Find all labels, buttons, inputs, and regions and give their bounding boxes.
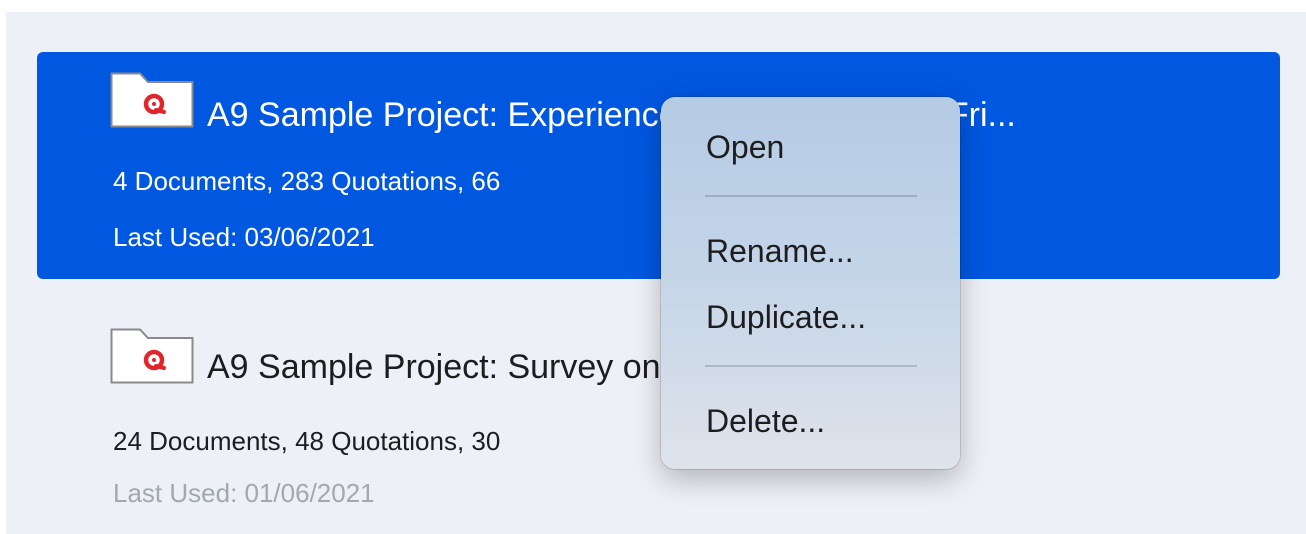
project-item[interactable]: A9 Sample Project: Survey on Happiness 2…: [37, 318, 1280, 528]
project-last-used: Last Used: 01/06/2021: [113, 478, 375, 508]
project-stats: 24 Documents, 48 Quotations, 30: [113, 426, 501, 456]
context-menu: Open Rename... Duplicate... Delete...: [661, 97, 960, 469]
project-last-used: Last Used: 03/06/2021: [113, 222, 375, 252]
menu-item-duplicate[interactable]: Duplicate...: [706, 299, 866, 336]
project-folder-icon: [110, 72, 194, 128]
project-stats: 4 Documents, 283 Quotations, 66: [113, 166, 501, 196]
project-folder-icon: [110, 328, 194, 384]
menu-separator: [705, 365, 917, 367]
menu-separator: [705, 195, 917, 197]
project-item-selected[interactable]: A9 Sample Project: Experiences and Meani…: [37, 52, 1280, 279]
menu-item-delete[interactable]: Delete...: [706, 403, 825, 440]
menu-item-rename[interactable]: Rename...: [706, 233, 854, 270]
menu-item-open[interactable]: Open: [706, 129, 784, 166]
